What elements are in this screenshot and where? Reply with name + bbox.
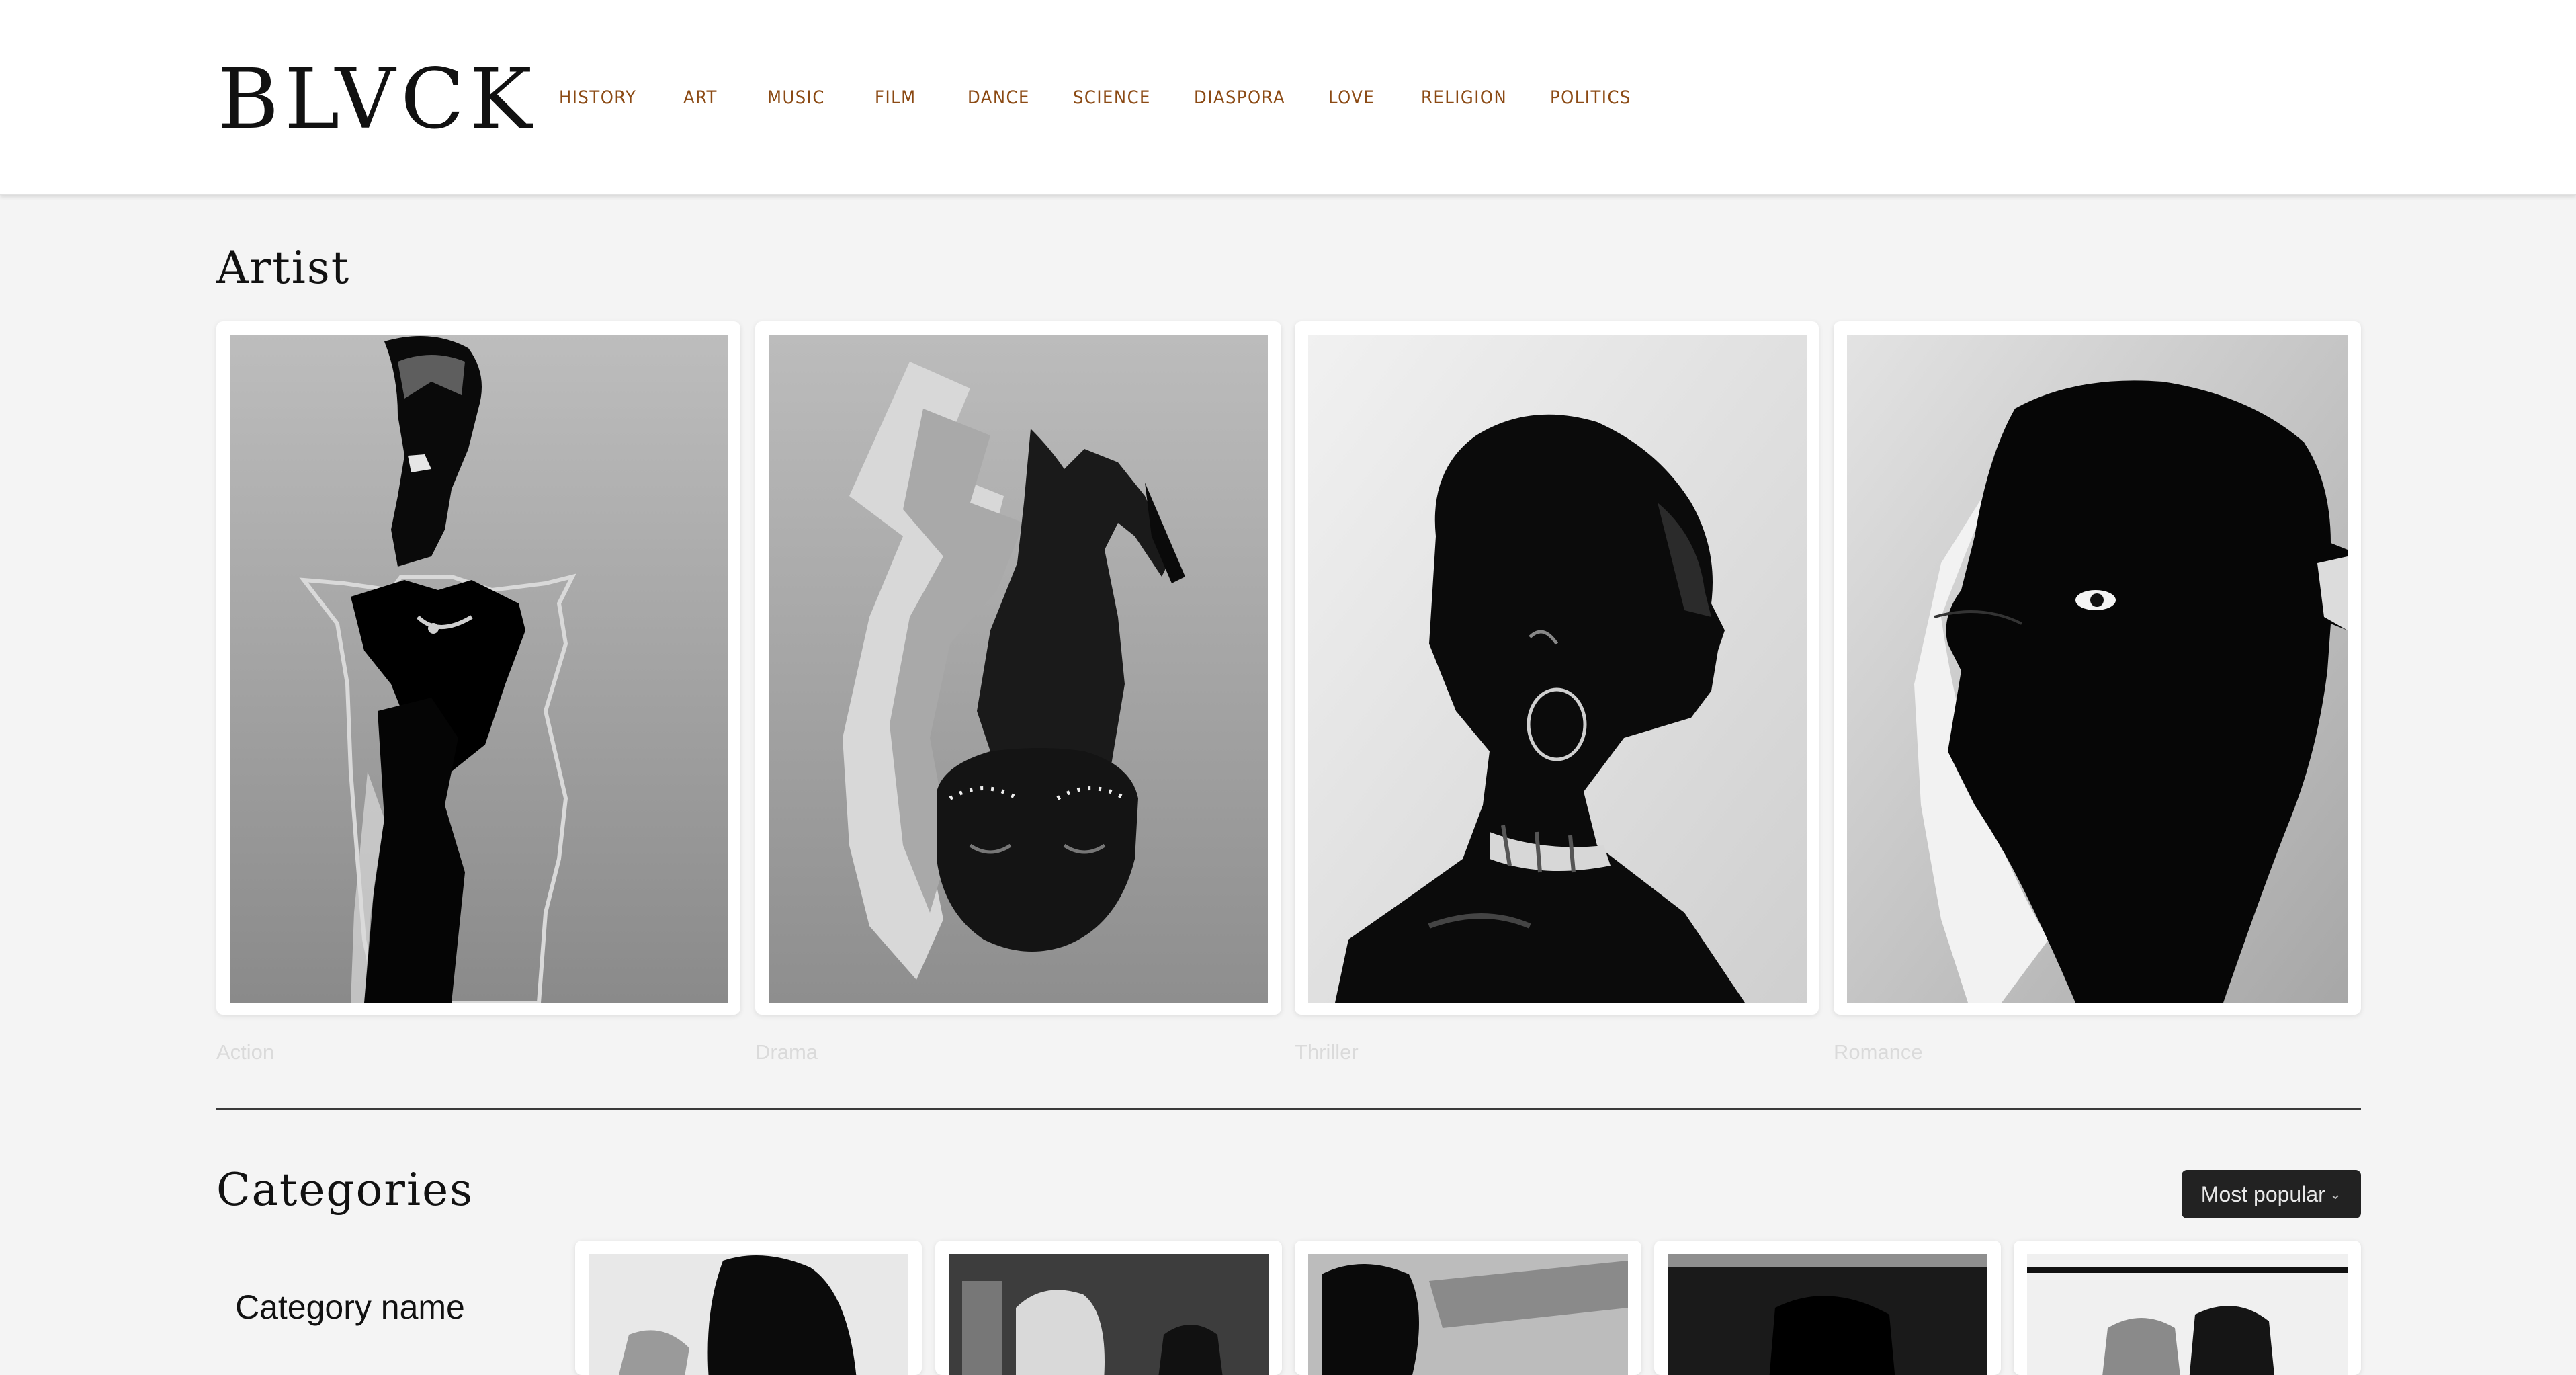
category-thumbnail[interactable] bbox=[935, 1241, 1282, 1375]
category-thumbnail[interactable] bbox=[2014, 1241, 2361, 1375]
artist-card[interactable] bbox=[755, 321, 1281, 1015]
nav-item-religion[interactable]: RELIGION bbox=[1421, 86, 1507, 110]
category-thumbnail[interactable] bbox=[575, 1241, 922, 1375]
category-image bbox=[589, 1254, 908, 1375]
site-logo[interactable]: BLVCK bbox=[218, 52, 538, 147]
artist-image bbox=[230, 335, 728, 1003]
nav-item-film[interactable]: FILM bbox=[875, 86, 916, 110]
artist-card[interactable] bbox=[1834, 321, 2361, 1015]
site-header: BLVCK HISTORY ART MUSIC FILM DANCE SCIEN… bbox=[0, 0, 2576, 195]
nav-item-science[interactable]: SCIENCE bbox=[1073, 86, 1151, 110]
sort-dropdown-label: Most popular bbox=[2200, 1181, 2325, 1206]
genre-label-thriller: Thriller bbox=[1295, 1040, 1359, 1064]
category-thumbnail[interactable] bbox=[1654, 1241, 2001, 1375]
sort-dropdown[interactable]: Most popular ⌄ bbox=[2182, 1170, 2361, 1218]
nav-item-music[interactable]: MUSIC bbox=[767, 86, 825, 110]
category-thumbnail[interactable] bbox=[1295, 1241, 1641, 1375]
artist-section-title: Artist bbox=[216, 242, 351, 294]
artist-card[interactable] bbox=[216, 321, 740, 1015]
chevron-down-icon: ⌄ bbox=[2329, 1185, 2342, 1202]
artist-image bbox=[1847, 335, 2348, 1003]
category-name-label[interactable]: Category name bbox=[235, 1286, 465, 1328]
nav-item-love[interactable]: LOVE bbox=[1328, 86, 1375, 110]
nav-item-diaspora[interactable]: DIASPORA bbox=[1194, 86, 1285, 110]
nav-item-dance[interactable]: DANCE bbox=[968, 86, 1030, 110]
categories-section-title: Categories bbox=[216, 1164, 474, 1216]
artist-card[interactable] bbox=[1295, 321, 1819, 1015]
category-image bbox=[1308, 1254, 1628, 1375]
category-image bbox=[2027, 1254, 2348, 1375]
nav-item-art[interactable]: ART bbox=[683, 86, 718, 110]
nav-item-politics[interactable]: POLITICS bbox=[1550, 86, 1631, 110]
genre-label-drama: Drama bbox=[755, 1040, 818, 1064]
section-divider bbox=[216, 1108, 2361, 1110]
artist-image bbox=[1308, 335, 1807, 1003]
nav-item-history[interactable]: HISTORY bbox=[559, 86, 636, 110]
artist-image bbox=[769, 335, 1268, 1003]
genre-label-action: Action bbox=[216, 1040, 275, 1064]
category-image bbox=[1668, 1254, 1987, 1375]
category-image bbox=[949, 1254, 1269, 1375]
genre-label-romance: Romance bbox=[1834, 1040, 1923, 1064]
